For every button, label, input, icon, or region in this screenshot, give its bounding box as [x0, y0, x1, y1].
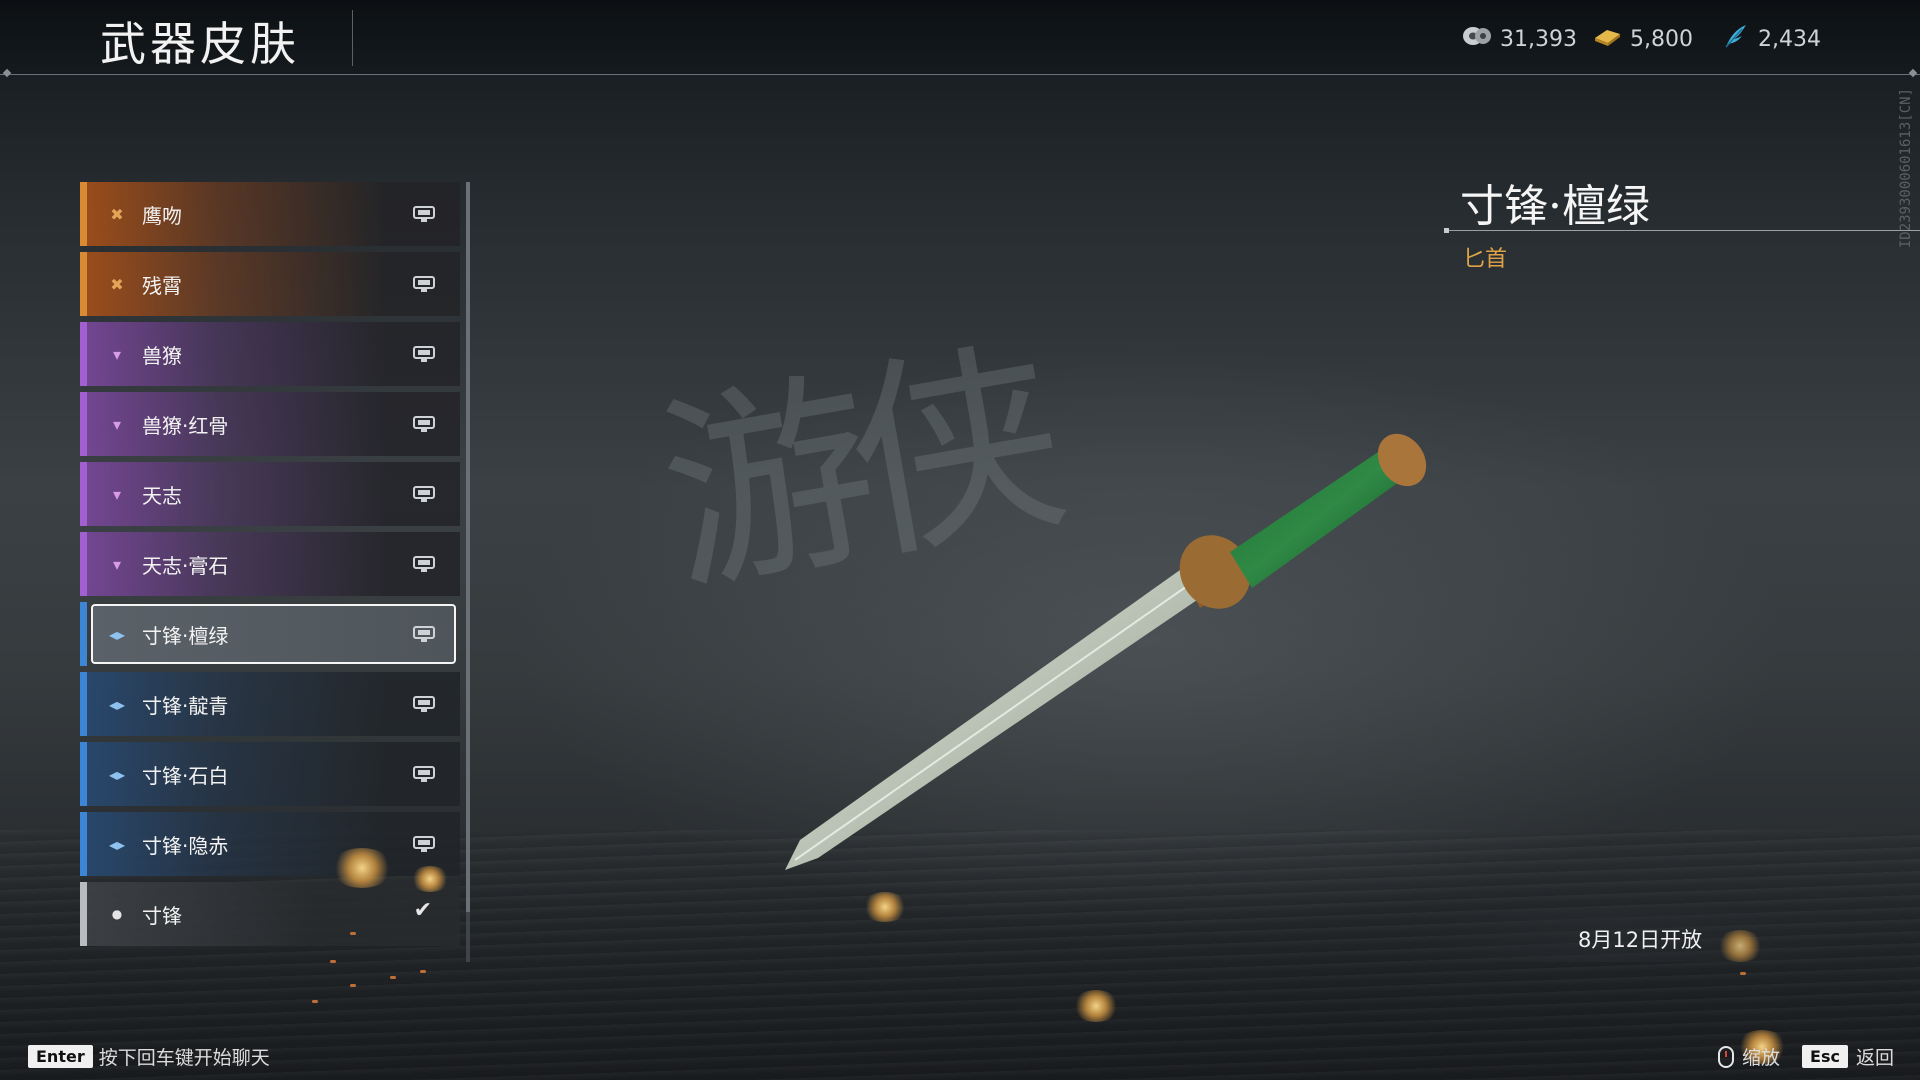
chat-hint-text: 按下回车键开始聊天: [98, 1047, 270, 1069]
lotus-lantern: [410, 866, 450, 892]
back-label[interactable]: 返回: [1856, 1043, 1894, 1070]
skin-item-cunfeng-dianqing[interactable]: ◂▸ 寸锋·靛青: [80, 672, 460, 736]
blue-rarity-icon: ◂▸: [108, 624, 126, 644]
locked-skin-icon: [412, 482, 436, 504]
purple-rarity-icon: ▾: [112, 414, 122, 434]
lantern-reflection: [312, 1000, 318, 1003]
rarity-bar: [80, 812, 87, 876]
purple-rarity-icon: ▾: [112, 344, 122, 364]
lantern-reflection: [1740, 972, 1746, 975]
skin-item-label: 寸锋·靛青: [142, 693, 229, 718]
blue-rarity-icon: ◂▸: [108, 764, 126, 784]
jade-coin-icon: [1462, 24, 1492, 54]
esc-key-badge[interactable]: Esc: [1802, 1045, 1848, 1068]
rarity-bar: [80, 462, 87, 526]
rarity-bar: [80, 252, 87, 316]
skin-item-canxiao[interactable]: ✖ 残霄: [80, 252, 460, 316]
locked-skin-icon: [412, 272, 436, 294]
title-divider-ornament: [1444, 228, 1449, 233]
skin-item-cunfeng-yinchi[interactable]: ◂▸ 寸锋·隐赤: [80, 812, 460, 876]
lantern-reflection: [420, 970, 426, 973]
skin-item-label: 寸锋·石白: [142, 763, 229, 788]
locked-skin-icon: [412, 832, 436, 854]
skin-item-label: 寸锋·檀绿: [142, 623, 229, 648]
rarity-bar: [80, 742, 87, 806]
skin-item-label: 天志: [142, 483, 182, 508]
skin-item-label: 鹰吻: [142, 203, 182, 228]
skin-list: ✖ 鹰吻 ✖ 残霄 ▾ 兽獠 ▾ 兽獠·红骨 ▾ 天志 ▾ 天志·膏石 ◂▸ 寸…: [80, 182, 460, 952]
title-divider: [1446, 230, 1920, 231]
locked-skin-icon: [412, 342, 436, 364]
weapon-type-label: 匕首: [1463, 247, 1508, 272]
lantern-reflection: [330, 960, 336, 963]
rarity-bar: [80, 182, 87, 246]
purple-rarity-icon: ▾: [112, 484, 122, 504]
dagger-model[interactable]: [760, 420, 1460, 890]
zoom-label[interactable]: 缩放: [1742, 1043, 1780, 1070]
skin-item-tianzhi-gaoshi[interactable]: ▾ 天志·膏石: [80, 532, 460, 596]
purple-rarity-icon: ▾: [112, 554, 122, 574]
skin-item-shouliao-honggu[interactable]: ▾ 兽獠·红骨: [80, 392, 460, 456]
skin-item-cunfeng-tanlv[interactable]: ◂▸ 寸锋·檀绿: [80, 602, 460, 666]
gold-ingot-icon: [1592, 24, 1622, 54]
locked-skin-icon: [412, 692, 436, 714]
skin-item-label: 兽獠: [142, 343, 182, 368]
orange-rarity-icon: ✖: [110, 274, 124, 294]
skin-item-tianzhi[interactable]: ▾ 天志: [80, 462, 460, 526]
blue-rarity-icon: ◂▸: [108, 834, 126, 854]
enter-key-badge: Enter: [28, 1045, 93, 1068]
locked-skin-icon: [412, 202, 436, 224]
currency-gold: 5,800: [1592, 24, 1693, 54]
currency-feather-value: 2,434: [1758, 26, 1821, 52]
rarity-bar: [80, 322, 87, 386]
scrollbar-thumb[interactable]: [466, 182, 470, 912]
blue-rarity-icon: ◂▸: [108, 694, 126, 714]
lotus-lantern: [330, 848, 394, 888]
white-rarity-icon: ●: [111, 907, 123, 921]
rarity-bar: [80, 532, 87, 596]
open-date-text: 8月12日开放: [1578, 928, 1703, 952]
currency-jade: 31,393: [1462, 24, 1577, 54]
skin-item-shouliao[interactable]: ▾ 兽獠: [80, 322, 460, 386]
currency-feather: 2,434: [1722, 24, 1821, 54]
player-id-text: ID2393000601613[CN]: [1898, 88, 1914, 249]
footer-controls: 缩放 Esc 返回: [1718, 1043, 1894, 1070]
header-divider: [352, 10, 353, 66]
mouse-scroll-icon: [1718, 1045, 1735, 1068]
skin-item-label: 寸锋: [142, 903, 182, 928]
rarity-bar: [80, 602, 87, 666]
page-title: 武器皮肤: [100, 17, 300, 71]
rarity-bar: [80, 882, 87, 946]
skin-item-cunfeng-shibai[interactable]: ◂▸ 寸锋·石白: [80, 742, 460, 806]
blue-feather-icon: [1722, 23, 1750, 55]
lotus-lantern: [862, 892, 908, 922]
lantern-reflection: [350, 984, 356, 987]
skin-item-label: 寸锋·隐赤: [142, 833, 229, 858]
skin-list-scrollbar[interactable]: [466, 182, 470, 962]
locked-skin-icon: [412, 552, 436, 574]
skin-item-cunfeng[interactable]: ● 寸锋 ✔: [80, 882, 460, 946]
chat-hint[interactable]: Enter 按下回车键开始聊天: [28, 1043, 270, 1070]
locked-skin-icon: [412, 762, 436, 784]
rarity-bar: [80, 392, 87, 456]
skin-item-label: 兽獠·红骨: [142, 413, 229, 438]
lantern-reflection: [350, 932, 356, 935]
currency-gold-value: 5,800: [1630, 26, 1693, 52]
locked-skin-icon: [412, 412, 436, 434]
lantern-reflection: [390, 976, 396, 979]
lotus-lantern: [1072, 990, 1120, 1022]
currency-jade-value: 31,393: [1500, 26, 1577, 52]
skin-item-label: 天志·膏石: [142, 553, 229, 578]
top-bar: 武器皮肤 31,393 5,800 2,434: [0, 0, 1920, 75]
skin-name-title: 寸锋·檀绿: [1460, 181, 1650, 232]
skin-item-yingwen[interactable]: ✖ 鹰吻: [80, 182, 460, 246]
orange-rarity-icon: ✖: [110, 204, 124, 224]
equipped-check-icon: ✔: [413, 898, 432, 923]
rarity-bar: [80, 672, 87, 736]
locked-skin-icon: [412, 622, 436, 644]
skin-item-label: 残霄: [142, 273, 182, 298]
